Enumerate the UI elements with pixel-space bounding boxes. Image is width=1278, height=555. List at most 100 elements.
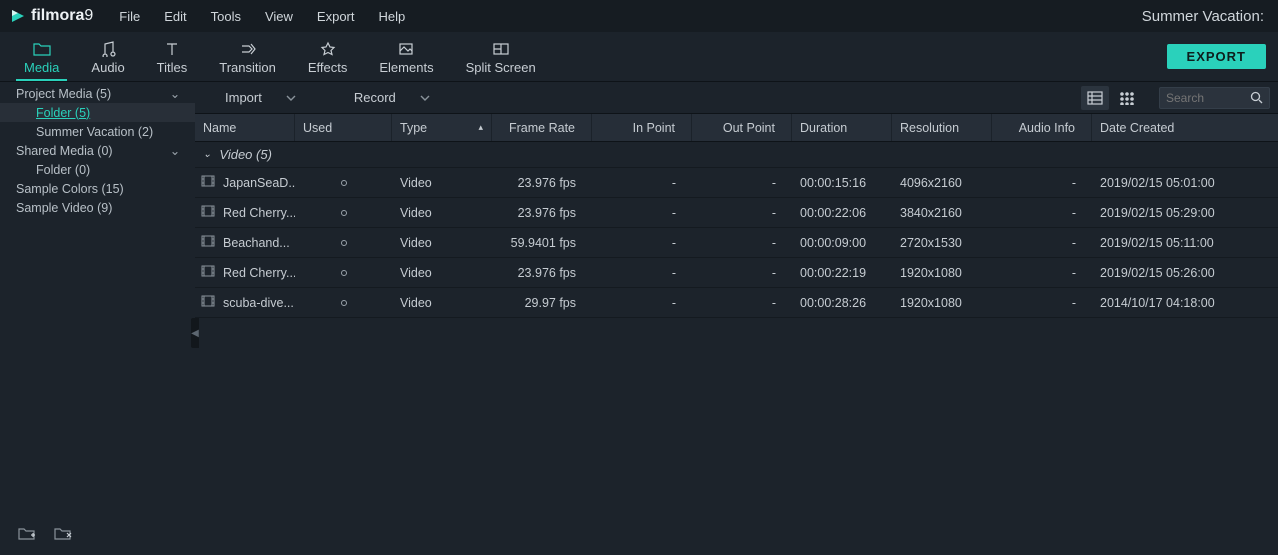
sidebar-item-folder5[interactable]: Folder (5) bbox=[0, 103, 195, 122]
cell-in: - bbox=[672, 266, 676, 280]
cell-out: - bbox=[772, 206, 776, 220]
cell-duration: 00:00:28:26 bbox=[800, 296, 866, 310]
cell-in: - bbox=[672, 236, 676, 250]
tab-transition[interactable]: Transition bbox=[203, 37, 292, 81]
media-tree: Project Media (5) ⌄ Folder (5) Summer Va… bbox=[0, 82, 195, 513]
header-used[interactable]: Used bbox=[295, 114, 392, 141]
sidebar-item-sample-video[interactable]: Sample Video (9) bbox=[0, 198, 195, 217]
video-clip-icon bbox=[201, 175, 215, 190]
header-type[interactable]: Type▴ bbox=[392, 114, 492, 141]
used-indicator-icon bbox=[341, 210, 347, 216]
video-clip-icon bbox=[201, 235, 215, 250]
chevron-down-icon: ⌄ bbox=[169, 86, 181, 101]
tab-effects-label: Effects bbox=[308, 60, 348, 75]
video-clip-icon bbox=[201, 265, 215, 280]
cell-date: 2019/02/15 05:29:00 bbox=[1100, 206, 1215, 220]
export-button[interactable]: EXPORT bbox=[1167, 44, 1266, 69]
menu-help[interactable]: Help bbox=[367, 9, 418, 24]
header-name[interactable]: Name bbox=[195, 114, 295, 141]
tree-label: Sample Colors (15) bbox=[16, 182, 124, 196]
tab-audio[interactable]: Audio bbox=[75, 37, 140, 81]
tree-label: Shared Media (0) bbox=[16, 144, 113, 158]
cell-duration: 00:00:09:00 bbox=[800, 236, 866, 250]
tab-split-screen-label: Split Screen bbox=[466, 60, 536, 75]
tab-titles[interactable]: Titles bbox=[141, 37, 204, 81]
cell-duration: 00:00:15:16 bbox=[800, 176, 866, 190]
header-audio-info[interactable]: Audio Info bbox=[992, 114, 1092, 141]
table-row[interactable]: Beachand... Video 59.9401 fps - - 00:00:… bbox=[195, 228, 1278, 258]
brand-logo: filmora9 bbox=[10, 7, 93, 25]
header-resolution[interactable]: Resolution bbox=[892, 114, 992, 141]
header-outpoint[interactable]: Out Point bbox=[692, 114, 792, 141]
view-list-button[interactable] bbox=[1081, 86, 1109, 110]
header-audio-label: Audio Info bbox=[1019, 121, 1075, 135]
cell-type: Video bbox=[400, 176, 432, 190]
tab-media-label: Media bbox=[24, 60, 59, 75]
cell-date: 2019/02/15 05:26:00 bbox=[1100, 266, 1215, 280]
header-duration[interactable]: Duration bbox=[792, 114, 892, 141]
cell-audio: - bbox=[1072, 176, 1076, 190]
cell-fps: 23.976 fps bbox=[518, 206, 576, 220]
search-input[interactable] bbox=[1166, 91, 1244, 105]
effects-icon bbox=[319, 41, 337, 57]
cell-audio: - bbox=[1072, 266, 1076, 280]
list-view-icon bbox=[1087, 91, 1103, 105]
header-type-label: Type bbox=[400, 121, 427, 135]
view-grid-button[interactable] bbox=[1113, 86, 1141, 110]
tab-effects[interactable]: Effects bbox=[292, 37, 364, 81]
video-clip-icon bbox=[201, 295, 215, 310]
menu-tools[interactable]: Tools bbox=[199, 9, 253, 24]
record-label: Record bbox=[354, 90, 396, 105]
search-box[interactable] bbox=[1159, 87, 1270, 109]
add-folder-icon[interactable] bbox=[18, 525, 36, 544]
video-clip-icon bbox=[201, 205, 215, 220]
filmora-logo-icon bbox=[10, 8, 26, 24]
group-row-video[interactable]: ⌄ Video (5) bbox=[195, 142, 1278, 168]
menu-export[interactable]: Export bbox=[305, 9, 367, 24]
header-date-label: Date Created bbox=[1100, 121, 1174, 135]
sidebar: Project Media (5) ⌄ Folder (5) Summer Va… bbox=[0, 82, 195, 555]
used-indicator-icon bbox=[341, 270, 347, 276]
table-row[interactable]: Red Cherry... Video 23.976 fps - - 00:00… bbox=[195, 258, 1278, 288]
menu-edit[interactable]: Edit bbox=[152, 9, 198, 24]
table-row[interactable]: JapanSeaD... Video 23.976 fps - - 00:00:… bbox=[195, 168, 1278, 198]
header-framerate-label: Frame Rate bbox=[509, 121, 575, 135]
sidebar-item-shared-media[interactable]: Shared Media (0) ⌄ bbox=[0, 141, 195, 160]
project-title: Summer Vacation: bbox=[1142, 8, 1268, 25]
tab-media[interactable]: Media bbox=[8, 37, 75, 81]
record-dropdown[interactable]: Record bbox=[354, 90, 430, 105]
transition-icon bbox=[239, 41, 257, 57]
tree-label: Sample Video (9) bbox=[16, 201, 112, 215]
tree-label: Folder (5) bbox=[36, 106, 90, 120]
import-label: Import bbox=[225, 90, 262, 105]
sidebar-item-sample-colors[interactable]: Sample Colors (15) bbox=[0, 179, 195, 198]
text-icon bbox=[163, 41, 181, 57]
chevron-down-icon: ⌄ bbox=[203, 149, 211, 160]
tab-elements[interactable]: Elements bbox=[363, 37, 449, 81]
tool-tabs: Media Audio Titles Transition Effects El… bbox=[0, 32, 1278, 82]
sidebar-item-folder0[interactable]: Folder (0) bbox=[0, 160, 195, 179]
grid-view-icon bbox=[1119, 91, 1135, 105]
delete-folder-icon[interactable] bbox=[54, 525, 72, 544]
cell-duration: 00:00:22:06 bbox=[800, 206, 866, 220]
header-framerate[interactable]: Frame Rate bbox=[492, 114, 592, 141]
group-label: Video (5) bbox=[219, 147, 272, 162]
cell-date: 2019/02/15 05:01:00 bbox=[1100, 176, 1215, 190]
sidebar-item-project-media[interactable]: Project Media (5) ⌄ bbox=[0, 84, 195, 103]
tab-split-screen[interactable]: Split Screen bbox=[450, 37, 552, 81]
cell-out: - bbox=[772, 296, 776, 310]
tab-elements-label: Elements bbox=[379, 60, 433, 75]
import-dropdown[interactable]: Import bbox=[225, 90, 296, 105]
header-date-created[interactable]: Date Created bbox=[1092, 114, 1278, 141]
menu-file[interactable]: File bbox=[107, 9, 152, 24]
sidebar-item-summer-vacation[interactable]: Summer Vacation (2) bbox=[0, 122, 195, 141]
header-duration-label: Duration bbox=[800, 121, 847, 135]
header-inpoint[interactable]: In Point bbox=[592, 114, 692, 141]
table-row[interactable]: scuba-dive... Video 29.97 fps - - 00:00:… bbox=[195, 288, 1278, 318]
sidebar-collapse-handle[interactable]: ◀ bbox=[191, 318, 199, 348]
cell-audio: - bbox=[1072, 296, 1076, 310]
cell-duration: 00:00:22:19 bbox=[800, 266, 866, 280]
table-header: Name Used Type▴ Frame Rate In Point Out … bbox=[195, 114, 1278, 142]
table-row[interactable]: Red Cherry... Video 23.976 fps - - 00:00… bbox=[195, 198, 1278, 228]
menu-view[interactable]: View bbox=[253, 9, 305, 24]
